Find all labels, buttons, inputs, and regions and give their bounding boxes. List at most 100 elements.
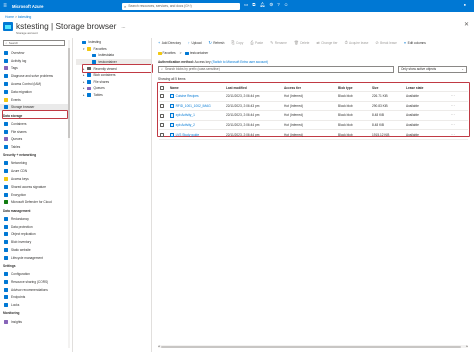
tree-node-queues[interactable]: ▸ Queues — [76, 85, 152, 92]
horizontal-scrollbar[interactable]: ◂ ▸ — [158, 344, 468, 348]
menu-item-endpoints[interactable]: Endpoints — [0, 294, 70, 302]
menu-item-static-website[interactable]: Static website — [0, 246, 70, 254]
change-tier-button[interactable]: ⇄ Change tier — [316, 40, 337, 46]
column-header-blob-type[interactable]: Blob type — [337, 84, 371, 92]
tree-node-kstesting[interactable]: kstesting — [76, 39, 152, 46]
table-row[interactable]: xyb Activity_2 22/11/2023, 2:06:44 pm Hot … — [159, 120, 468, 131]
cell-name[interactable]: LVS Study guide — [169, 129, 225, 140]
cell-name[interactable]: xyb Activity_1 — [169, 110, 225, 121]
row-checkbox[interactable] — [159, 129, 169, 140]
select-all-checkbox[interactable] — [159, 84, 169, 92]
refresh-button[interactable]: ↻ Refresh — [209, 40, 225, 46]
scroll-right-icon[interactable]: ▸ — [466, 344, 468, 348]
column-header-size[interactable]: Size — [371, 84, 405, 92]
blob-name-link[interactable]: xyb Activity_1 — [170, 113, 224, 118]
menu-item-data-protection[interactable]: Data protection — [0, 223, 70, 231]
table-row[interactable]: LVS Study guide 22/11/2023, 2:06:44 pm Hot… — [159, 129, 468, 140]
path-favorites[interactable]: Favorites — [158, 51, 176, 55]
bell-icon[interactable]: 🔔︎ — [259, 2, 265, 8]
menu-item-diagnose-and-solve-problems[interactable]: Diagnose and solve problems — [0, 72, 70, 80]
table-row[interactable]: xyb Activity_1 22/11/2023, 2:06:44 pm Hot … — [159, 110, 468, 121]
menu-item-advisor-recommendations[interactable]: Advisor recommendations — [0, 286, 70, 294]
menu-item-insights[interactable]: Insights — [0, 318, 70, 326]
blob-name-link[interactable]: xyb Activity_2 — [170, 122, 224, 128]
close-icon[interactable]: ✕ — [464, 21, 469, 28]
more-actions-icon[interactable]: ··· — [450, 101, 468, 112]
column-header-last-modified[interactable]: Last modified — [225, 84, 283, 92]
acquire-lease-button[interactable]: ⏱ Acquire lease — [345, 41, 369, 45]
more-actions-icon[interactable]: ··· — [450, 110, 468, 121]
scroll-left-icon[interactable]: ◂ — [158, 344, 160, 348]
tree-node-file-shares[interactable]: ▸ File shares — [76, 79, 152, 86]
menu-item-azure-cdn[interactable]: Azure CDN — [0, 167, 70, 175]
menu-search-input[interactable]: ⌕ Search — [3, 40, 65, 46]
menu-item-resource-sharing-cors[interactable]: Resource sharing (CORS) — [0, 278, 70, 286]
table-row[interactable]: RFID_1001_1002_IMAG 22/11/2023, 2:06:43 p… — [159, 101, 468, 112]
menu-item-locks[interactable]: Locks — [0, 301, 70, 309]
tree-node-ksttestdata[interactable]: ksttestdata — [76, 52, 152, 59]
tree-node-blob-containers[interactable]: ▸ Blob containers — [76, 72, 152, 79]
breadcrumb-home[interactable]: Home — [5, 15, 14, 19]
hamburger-icon[interactable]: ≡ — [0, 0, 10, 12]
delete-button[interactable]: 🗑 Delete — [294, 40, 310, 46]
menu-item-encryption[interactable]: Encryption — [0, 191, 70, 199]
blob-prefix-search[interactable]: ⌕ Search blobs by prefix (case-sensitive… — [158, 66, 394, 73]
breadcrumb-current[interactable]: kstesting — [18, 15, 31, 19]
horizontal-scroll-thumb[interactable] — [161, 345, 461, 348]
menu-item-data-migration[interactable]: Data migration — [0, 88, 70, 96]
menu-item-activity-log[interactable]: Activity log — [0, 57, 70, 65]
rename-button[interactable]: ✎ Rename — [270, 40, 287, 46]
menu-item-access-keys[interactable]: Access keys — [0, 175, 70, 183]
cell-name[interactable]: RFID_1001_1002_IMAG — [169, 101, 225, 112]
copy-button[interactable]: ⎘ Copy — [231, 41, 243, 45]
row-checkbox[interactable] — [159, 101, 169, 112]
feedback-icon[interactable]: ☺ — [284, 2, 289, 8]
sidebar-scrollbar[interactable] — [68, 40, 70, 348]
menu-item-configuration[interactable]: Configuration — [0, 270, 70, 278]
global-search-input[interactable]: ⌕ Search resources, services, and docs (… — [122, 2, 240, 10]
more-options-icon[interactable]: ... — [121, 24, 125, 30]
menu-item-redundancy[interactable]: Redundancy — [0, 215, 70, 223]
checkbox[interactable] — [160, 132, 164, 137]
tree-divider[interactable] — [151, 38, 152, 352]
menu-item-object-replication[interactable]: Object replication — [0, 230, 70, 238]
column-header-lease-state[interactable]: Lease state — [405, 84, 450, 92]
help-icon[interactable]: ? — [277, 2, 280, 8]
menu-item-overview[interactable]: Overview — [0, 49, 70, 57]
row-checkbox[interactable] — [159, 120, 169, 131]
menu-item-tags[interactable]: Tags — [0, 65, 70, 73]
checkbox[interactable] — [160, 103, 164, 108]
menu-item-lifecycle-management[interactable]: Lifecycle management — [0, 254, 70, 262]
brand-title[interactable]: Microsoft Azure — [12, 4, 92, 9]
add-directory-button[interactable]: + Add Directory — [158, 41, 181, 45]
path-container[interactable]: testcontainer — [185, 51, 208, 55]
blob-name-link[interactable]: RFID_1001_1002_IMAG — [170, 103, 224, 109]
checkbox[interactable] — [160, 123, 164, 128]
tree-node-favorites[interactable]: ▾ Favorites — [76, 46, 152, 53]
menu-item-shared-access-signature[interactable]: Shared access signature — [0, 183, 70, 191]
view-filter-dropdown[interactable]: Only show active objects ⌄ — [398, 66, 467, 73]
row-checkbox[interactable] — [159, 110, 169, 121]
cell-name[interactable]: Cuisine Recipes — [169, 91, 225, 102]
menu-item-microsoft-defender-for-cloud[interactable]: Microsoft Defender for Cloud — [0, 199, 70, 207]
row-checkbox[interactable] — [159, 91, 169, 102]
menu-item-blob-inventory[interactable]: Blob inventory — [0, 238, 70, 246]
cloud-shell-icon[interactable]: ▭ — [244, 2, 248, 8]
paste-button[interactable]: ⎙ Paste — [250, 41, 263, 45]
cell-name[interactable]: xyb Activity_2 — [169, 120, 225, 131]
menu-item-tables[interactable]: Tables — [0, 143, 70, 151]
switch-auth-link[interactable]: (Switch to Microsoft Entra user account) — [212, 60, 269, 64]
tree-node-tables[interactable]: ▸ Tables — [76, 92, 152, 99]
blob-name-link[interactable]: LVS Study guide — [170, 132, 224, 137]
gear-icon[interactable]: ⚙ — [269, 2, 273, 8]
edit-columns-button[interactable]: ≡ Edit columns — [404, 41, 426, 45]
menu-item-events[interactable]: Events — [0, 96, 70, 104]
menu-item-queues[interactable]: Queues — [0, 135, 70, 143]
table-row[interactable]: Cuisine Recipes 22/11/2023, 2:06:44 pm Hot… — [159, 91, 468, 102]
menu-item-containers[interactable]: Containers — [0, 120, 70, 128]
more-actions-icon[interactable]: ··· — [450, 120, 468, 131]
break-lease-button[interactable]: ⊘ Break lease — [375, 40, 397, 46]
sidebar-scroll-thumb[interactable] — [68, 48, 70, 138]
more-actions-icon[interactable]: ··· — [450, 129, 468, 140]
menu-item-access-control-iam[interactable]: Access Control (IAM) — [0, 80, 70, 88]
